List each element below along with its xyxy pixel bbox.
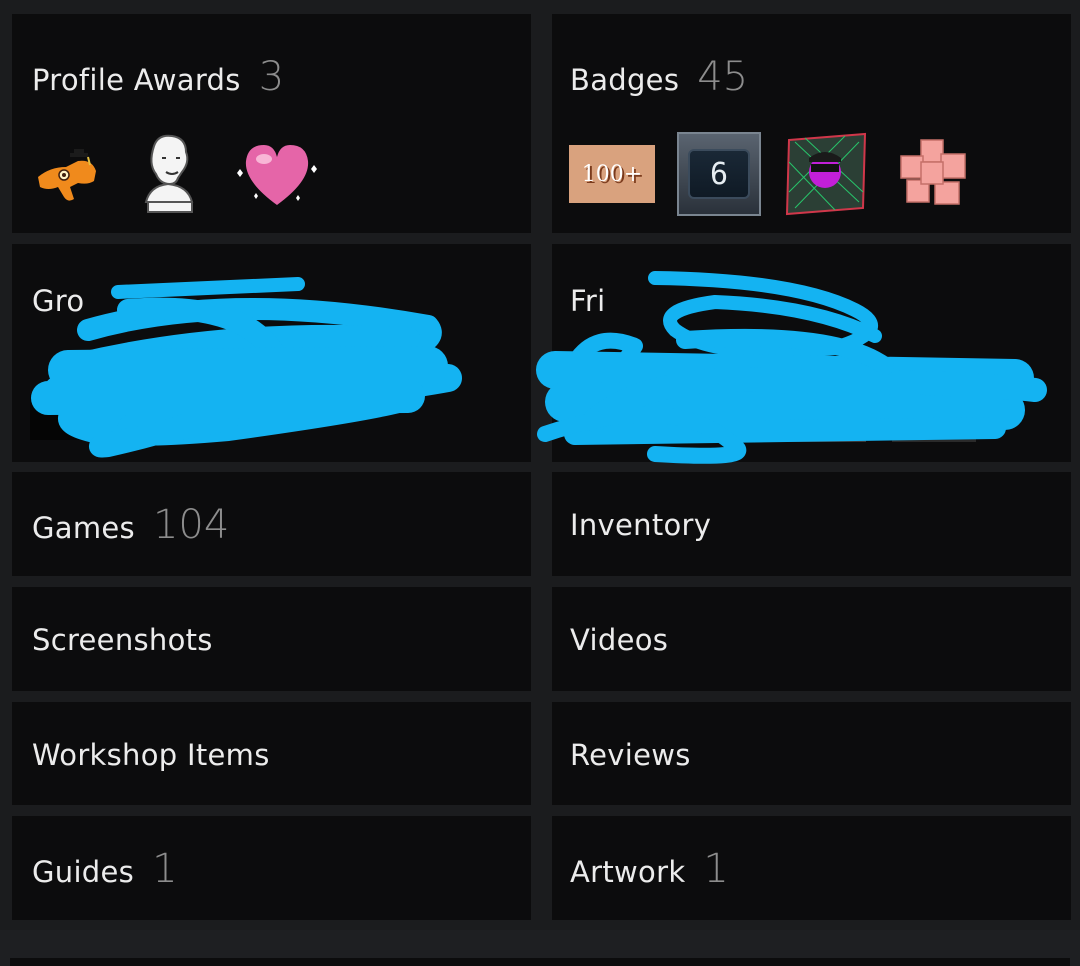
profile-showcase-grid: Profile Awards 3 Badges 45 100+ 6 Gro Fr… bbox=[0, 0, 1080, 966]
inventory-header: Inventory bbox=[570, 508, 711, 542]
friend-avatar-4[interactable] bbox=[892, 362, 976, 442]
artwork-panel[interactable]: Artwork 1 bbox=[552, 816, 1071, 920]
games-header: Games 104 bbox=[32, 502, 229, 548]
artwork-count: 1 bbox=[703, 846, 729, 892]
friend-avatar-1[interactable] bbox=[570, 414, 630, 442]
group-avatar[interactable] bbox=[30, 394, 90, 440]
badges-header: Badges 45 bbox=[570, 54, 748, 100]
videos-panel[interactable]: Videos bbox=[552, 587, 1071, 691]
profile-awards-label: Profile Awards bbox=[32, 63, 241, 97]
videos-header: Videos bbox=[570, 623, 668, 657]
badges-count: 45 bbox=[697, 54, 749, 100]
guides-label: Guides bbox=[32, 855, 135, 889]
guides-panel[interactable]: Guides 1 bbox=[12, 816, 531, 920]
friend-avatar-2[interactable] bbox=[680, 414, 760, 442]
dinosaur-icon[interactable] bbox=[30, 137, 104, 211]
screenshots-header: Screenshots bbox=[32, 623, 213, 657]
games-panel[interactable]: Games 104 bbox=[12, 472, 531, 576]
workshop-items-label: Workshop Items bbox=[32, 738, 270, 772]
heart-icon[interactable] bbox=[234, 135, 320, 213]
profile-awards-header: Profile Awards 3 bbox=[32, 54, 284, 100]
profile-awards-panel[interactable]: Profile Awards 3 bbox=[12, 14, 531, 233]
games-label: Games bbox=[32, 511, 135, 545]
inventory-panel[interactable]: Inventory bbox=[552, 472, 1071, 576]
artwork-label: Artwork bbox=[570, 855, 686, 889]
badge-100-text: 100+ bbox=[581, 161, 643, 187]
badges-panel[interactable]: Badges 45 100+ 6 bbox=[552, 14, 1071, 233]
next-section-edge bbox=[10, 958, 1070, 966]
workshop-items-header: Workshop Items bbox=[32, 738, 270, 772]
profile-awards-count: 3 bbox=[258, 54, 285, 100]
bust-icon[interactable] bbox=[132, 132, 206, 216]
guides-count: 1 bbox=[152, 846, 178, 892]
badge-portrait-icon[interactable] bbox=[785, 132, 869, 216]
badge-6-icon[interactable]: 6 bbox=[677, 132, 761, 216]
badge-6-display: 6 bbox=[688, 149, 750, 199]
guides-header: Guides 1 bbox=[32, 846, 178, 892]
reviews-header: Reviews bbox=[570, 738, 691, 772]
workshop-items-panel[interactable]: Workshop Items bbox=[12, 702, 531, 805]
badge-flower-icon[interactable] bbox=[891, 132, 975, 216]
awards-icon-row bbox=[30, 132, 348, 216]
friends-panel[interactable]: Fri bbox=[552, 244, 1071, 462]
friends-label: Fri bbox=[570, 284, 606, 318]
screenshots-label: Screenshots bbox=[32, 623, 213, 657]
screenshots-panel[interactable]: Screenshots bbox=[12, 587, 531, 691]
friend-avatar-3[interactable] bbox=[786, 414, 866, 442]
artwork-header: Artwork 1 bbox=[570, 846, 729, 892]
badges-icon-row: 100+ 6 bbox=[569, 132, 1003, 216]
groups-panel[interactable]: Gro bbox=[12, 244, 531, 462]
groups-header: Gro bbox=[32, 284, 84, 318]
games-count: 104 bbox=[152, 502, 230, 548]
groups-label: Gro bbox=[32, 284, 85, 318]
badges-label: Badges bbox=[570, 63, 680, 97]
reviews-panel[interactable]: Reviews bbox=[552, 702, 1071, 805]
reviews-label: Reviews bbox=[570, 738, 691, 772]
badge-100-icon[interactable]: 100+ bbox=[569, 145, 655, 203]
inventory-label: Inventory bbox=[570, 508, 712, 542]
videos-label: Videos bbox=[570, 623, 669, 657]
friends-header: Fri bbox=[570, 284, 605, 318]
